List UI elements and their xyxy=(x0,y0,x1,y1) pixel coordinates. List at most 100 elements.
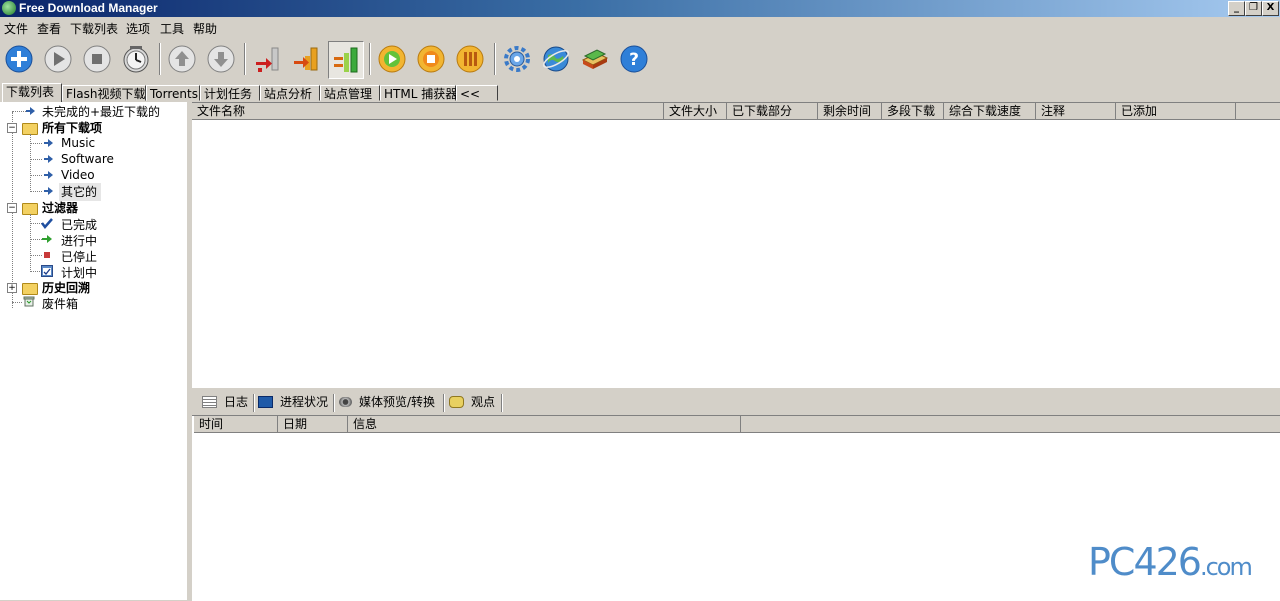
medium-speed-icon xyxy=(294,47,318,71)
menu-file[interactable]: 文件 xyxy=(4,20,28,37)
collapse-toggle[interactable]: − xyxy=(7,123,17,133)
tab-site-manager[interactable]: 站点管理 xyxy=(320,85,380,101)
schedule-clock-icon xyxy=(123,46,149,73)
tree-item-stopped[interactable]: 已停止 xyxy=(61,248,97,265)
recycle-bin-icon xyxy=(23,296,35,307)
media-reel-icon xyxy=(339,396,352,407)
tree-item-trash[interactable]: 废件箱 xyxy=(42,295,78,312)
tab-flash-video[interactable]: Flash视频下载 xyxy=(62,85,146,101)
high-speed-icon xyxy=(334,47,358,73)
low-speed-icon xyxy=(256,47,279,72)
title-bar: Free Download Manager _ ❐ X xyxy=(0,0,1280,17)
settings-gear-icon xyxy=(504,46,530,72)
tree-item-software[interactable]: Software xyxy=(61,152,114,166)
stop-icon xyxy=(83,45,111,73)
column-comment[interactable]: 注释 xyxy=(1036,103,1116,120)
tab-separator xyxy=(333,394,335,412)
schedule-button[interactable] xyxy=(119,41,153,77)
move-up-button[interactable] xyxy=(165,41,199,77)
help-button[interactable]: ? xyxy=(617,41,651,77)
start-icon xyxy=(44,45,72,73)
column-downloaded[interactable]: 已下载部分 xyxy=(727,103,818,120)
column-file-size[interactable]: 文件大小 xyxy=(664,103,727,120)
start-all-button[interactable] xyxy=(375,41,409,77)
column-file-name[interactable]: 文件名称 xyxy=(192,103,664,120)
column-sections[interactable]: 多段下载 xyxy=(882,103,944,120)
tree-item-completed[interactable]: 已完成 xyxy=(61,216,97,233)
collapse-toggle[interactable]: − xyxy=(7,203,17,213)
tab-progress[interactable]: 进程状况 xyxy=(258,393,328,412)
menu-tools[interactable]: 工具 xyxy=(160,20,184,37)
add-download-button[interactable] xyxy=(2,41,36,77)
column-info[interactable]: 信息 xyxy=(348,416,741,433)
close-button[interactable]: X xyxy=(1262,1,1279,16)
download-arrow-icon xyxy=(44,139,53,147)
stop-button[interactable] xyxy=(80,41,114,77)
tab-log[interactable]: 日志 xyxy=(202,393,248,412)
tab-media-preview[interactable]: 媒体预览/转换 xyxy=(339,393,435,412)
tree-item-in-progress[interactable]: 进行中 xyxy=(61,232,97,249)
pause-all-icon xyxy=(456,45,484,73)
tree-item-filters[interactable]: 过滤器 xyxy=(42,199,78,216)
column-added[interactable]: 已添加 xyxy=(1116,103,1236,120)
tab-opinions-label: 观点 xyxy=(471,395,496,409)
site-explorer-button[interactable] xyxy=(539,41,573,77)
menu-bar: 文件 查看 下载列表 选项 工具 帮助 xyxy=(0,17,1280,37)
download-list[interactable]: 文件名称 文件大小 已下载部分 剩余时间 多段下载 综合下载速度 注释 已添加 xyxy=(192,102,1280,388)
start-all-icon xyxy=(378,45,406,73)
tree-item-all-downloads[interactable]: 所有下载项 xyxy=(42,119,102,136)
column-filler xyxy=(1236,103,1280,120)
tree-item-recent[interactable]: 未完成的+最近下载的 xyxy=(42,103,160,120)
tutorial-button[interactable] xyxy=(578,41,612,77)
tab-collapse[interactable]: << xyxy=(456,85,498,101)
tree-item-music[interactable]: Music xyxy=(61,136,95,150)
watermark-logo: PC426.com xyxy=(1088,540,1253,584)
low-speed-button[interactable] xyxy=(250,41,284,77)
column-time[interactable]: 时间 xyxy=(194,416,278,433)
minimize-button[interactable]: _ xyxy=(1228,1,1245,16)
tab-torrents[interactable]: Torrents xyxy=(146,85,200,101)
start-button[interactable] xyxy=(41,41,75,77)
column-speed[interactable]: 综合下载速度 xyxy=(944,103,1036,120)
tab-site-explorer[interactable]: 站点分析 xyxy=(260,85,320,101)
pause-all-button[interactable] xyxy=(453,41,487,77)
site-explorer-icon xyxy=(542,46,570,72)
menu-download-list[interactable]: 下载列表 xyxy=(70,20,118,37)
move-up-icon xyxy=(168,45,196,73)
menu-help[interactable]: 帮助 xyxy=(193,20,217,37)
toolbar-separator xyxy=(494,43,496,75)
column-filler xyxy=(741,416,1280,433)
tab-scheduler[interactable]: 计划任务 xyxy=(200,85,260,101)
restore-button[interactable]: ❐ xyxy=(1245,1,1262,16)
download-arrow-icon xyxy=(44,187,53,195)
tab-progress-label: 进程状况 xyxy=(280,395,329,409)
tab-html-spider[interactable]: HTML 捕获器 xyxy=(380,85,457,101)
svg-text:?: ? xyxy=(629,50,639,70)
stop-all-button[interactable] xyxy=(414,41,448,77)
toolbar-separator xyxy=(244,43,246,75)
tab-download-list[interactable]: 下载列表 xyxy=(2,83,62,102)
tutorial-book-icon xyxy=(581,49,609,69)
folder-icon xyxy=(22,283,38,295)
column-date[interactable]: 日期 xyxy=(278,416,348,433)
download-arrow-icon xyxy=(44,155,53,163)
menu-options[interactable]: 选项 xyxy=(126,20,150,37)
checkmark-icon xyxy=(41,218,53,229)
medium-speed-button[interactable] xyxy=(289,41,323,77)
category-tree: 未完成的+最近下载的 − 所有下载项 Music Software Video … xyxy=(0,102,188,600)
in-progress-arrow-icon xyxy=(42,235,52,243)
watermark-main: PC426 xyxy=(1088,540,1202,584)
settings-button[interactable] xyxy=(500,41,534,77)
tab-opinions[interactable]: 观点 xyxy=(449,393,495,412)
menu-view[interactable]: 查看 xyxy=(37,20,61,37)
expand-toggle[interactable]: + xyxy=(7,283,17,293)
toolbar-separator xyxy=(369,43,371,75)
column-time-left[interactable]: 剩余时间 xyxy=(818,103,882,120)
tab-separator xyxy=(501,394,503,412)
tree-item-video[interactable]: Video xyxy=(61,168,95,182)
high-speed-button[interactable] xyxy=(328,41,364,79)
tab-separator xyxy=(443,394,445,412)
download-arrow-icon xyxy=(26,107,35,115)
tree-item-history[interactable]: 历史回溯 xyxy=(42,279,90,296)
move-down-button[interactable] xyxy=(204,41,238,77)
